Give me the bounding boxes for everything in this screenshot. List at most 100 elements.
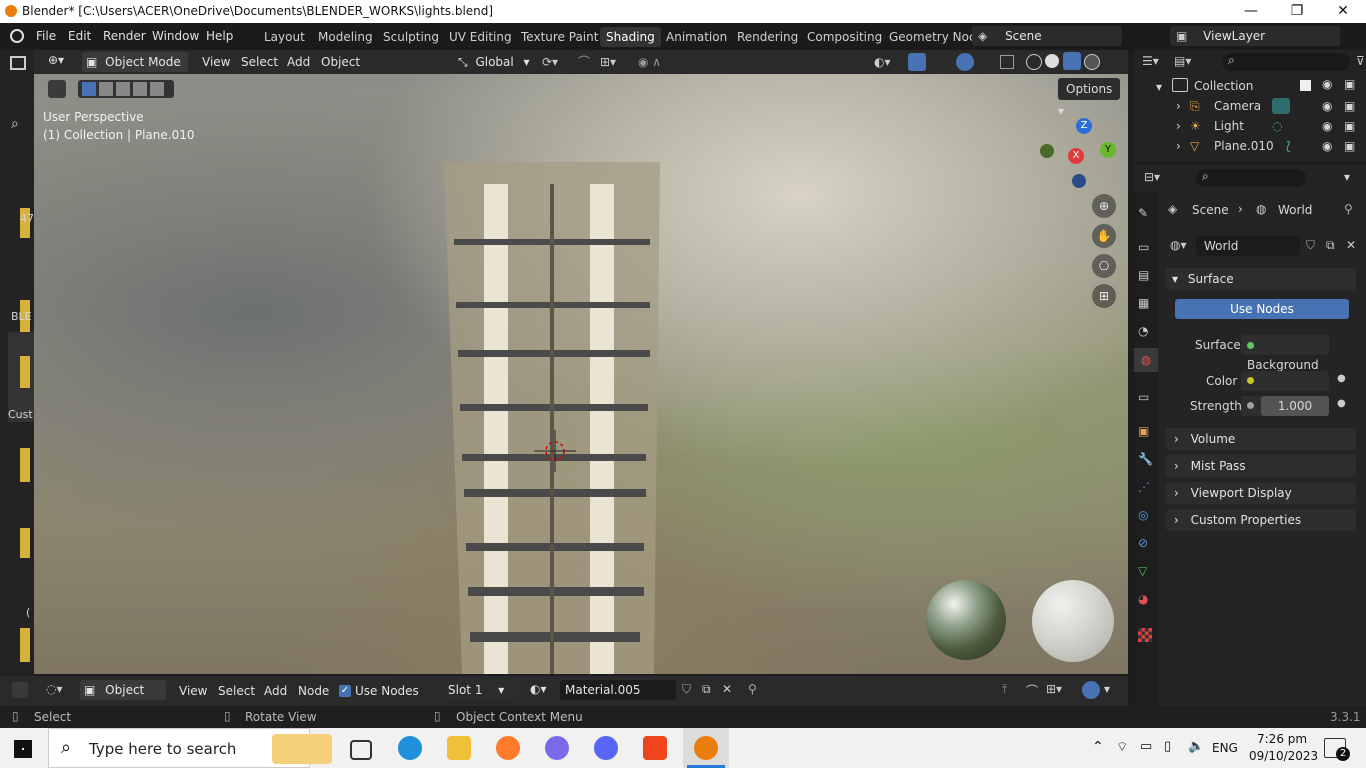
axis-neg-z[interactable] <box>1072 174 1086 188</box>
task-view-icon[interactable] <box>350 740 372 760</box>
select-intersect-icon[interactable] <box>150 82 164 96</box>
view-layer-selector[interactable]: ▣ ViewLayer <box>1170 26 1340 46</box>
brave-icon[interactable] <box>643 736 667 760</box>
material-name-field[interactable]: Material.005 <box>560 680 676 700</box>
surface-panel-header[interactable]: ▾ Surface <box>1166 268 1356 290</box>
select-extend-icon[interactable] <box>99 82 113 96</box>
minimize-button[interactable]: — <box>1228 0 1274 23</box>
duplicate-icon[interactable]: ⧉ <box>702 682 711 697</box>
copilot-icon[interactable] <box>545 736 569 760</box>
fake-user-icon[interactable]: ⛉ <box>1306 238 1315 253</box>
overlay-toggle-icon[interactable] <box>956 53 974 71</box>
checkbox-icon[interactable] <box>1300 80 1311 91</box>
node-editor-type-icon[interactable] <box>12 682 28 698</box>
display-mode-icon[interactable]: ▤▾ <box>1174 54 1191 68</box>
battery-icon[interactable]: ▯ <box>1164 739 1171 754</box>
shader-type-icon[interactable]: ◌▾ <box>46 682 63 696</box>
clock-date[interactable]: 09/10/2023 <box>1249 749 1318 763</box>
viewport-menu-view[interactable]: View <box>202 53 230 71</box>
menu-help[interactable]: Help <box>206 29 233 43</box>
viewport-menu-add[interactable]: Add <box>287 53 310 71</box>
xray-icon[interactable] <box>1000 55 1014 69</box>
scene-selector[interactable]: ◈ Scene <box>972 26 1122 46</box>
camera-render-icon[interactable]: ▣ <box>1344 77 1355 91</box>
axis-neg-y[interactable] <box>1040 144 1054 158</box>
duplicate-icon[interactable]: ⧉ <box>1326 238 1335 253</box>
tab-texture-paint[interactable]: Texture Paint <box>515 27 604 47</box>
output-tab-icon[interactable]: ▤ <box>1138 268 1149 282</box>
proportional-edit-icon[interactable]: ◉ ∧ <box>638 53 661 71</box>
object-tab-icon[interactable]: ▣ <box>1138 424 1149 438</box>
pin-icon[interactable]: ⚲ <box>748 682 757 696</box>
camera-view-icon[interactable]: ⎔ <box>1092 254 1116 278</box>
menu-file[interactable]: File <box>36 29 56 43</box>
view-layer-tab-icon[interactable]: ▦ <box>1138 296 1149 310</box>
outliner-item-light[interactable]: › ☀ Light ◌ ◉ ▣ <box>1134 117 1366 137</box>
tab-compositing[interactable]: Compositing <box>801 27 888 47</box>
properties-search-input[interactable]: ⌕ <box>1196 169 1306 187</box>
constraints-tab-icon[interactable]: ⊘ <box>1138 536 1148 550</box>
use-nodes-button[interactable]: Use Nodes <box>1175 299 1349 319</box>
ladder-object[interactable] <box>434 154 674 674</box>
color-field[interactable] <box>1241 371 1329 391</box>
menu-edit[interactable]: Edit <box>68 29 91 43</box>
surface-shader-selector[interactable]: Background <box>1241 335 1329 372</box>
close-button[interactable]: ✕ <box>1320 0 1366 23</box>
breadcrumb-world[interactable]: World <box>1278 203 1312 217</box>
node-menu-node[interactable]: Node <box>298 682 329 700</box>
select-tool-icon[interactable] <box>48 80 66 98</box>
node-menu-select[interactable]: Select <box>218 682 255 700</box>
clock-time[interactable]: 7:26 pm <box>1257 732 1307 746</box>
node-menu-add[interactable]: Add <box>264 682 287 700</box>
pivot-icon[interactable]: ⟳▾ <box>542 53 558 71</box>
outliner-item-plane[interactable]: › ▽ Plane.010 ⟅ ◉ ▣ <box>1134 137 1366 157</box>
tab-geometry-nodes[interactable]: Geometry Noc <box>883 27 982 47</box>
data-tab-icon[interactable]: ▽ <box>1138 564 1147 578</box>
navigation-gizmo[interactable]: Z X Y <box>1038 114 1118 194</box>
zoom-icon[interactable]: ⊕ <box>1092 194 1116 218</box>
thumb-6[interactable] <box>20 628 30 662</box>
strength-field[interactable]: 1.000 <box>1241 396 1329 416</box>
eye-icon[interactable]: ◉ <box>1322 119 1332 133</box>
thumb-5[interactable] <box>20 528 30 558</box>
camera-render-icon[interactable]: ▣ <box>1344 119 1355 133</box>
windows-start-icon[interactable] <box>14 740 32 758</box>
discord-icon[interactable] <box>594 736 618 760</box>
keyframe-dot-icon[interactable]: ● <box>1337 398 1346 409</box>
snap-icon[interactable]: ⌒ <box>1026 682 1038 699</box>
snap-grid-icon[interactable]: ⊞▾ <box>1046 682 1062 696</box>
editor-type-icon[interactable] <box>10 56 26 70</box>
breadcrumb-scene[interactable]: Scene <box>1192 203 1229 217</box>
outliner-search-input[interactable]: ⌕ <box>1222 53 1350 71</box>
unlink-icon[interactable]: ✕ <box>722 682 732 696</box>
texture-tab-icon[interactable] <box>1138 628 1152 642</box>
options-button[interactable]: Options ▾ <box>1058 78 1120 118</box>
outliner-item-camera[interactable]: › ⎘ Camera ◉ ▣ <box>1134 97 1366 117</box>
pan-hand-icon[interactable]: ✋ <box>1092 224 1116 248</box>
menu-render[interactable]: Render <box>103 29 146 43</box>
firefox-icon[interactable] <box>496 736 520 760</box>
tab-sculpting[interactable]: Sculpting <box>377 27 445 47</box>
physics-tab-icon[interactable]: ◎ <box>1138 508 1148 522</box>
tab-shading[interactable]: Shading <box>600 27 661 47</box>
tab-rendering[interactable]: Rendering <box>731 27 804 47</box>
outliner-editor-icon[interactable]: ☰▾ <box>1142 54 1159 68</box>
snap-icon[interactable]: ⌒ <box>578 53 590 71</box>
overlay-toggle-icon[interactable] <box>1082 681 1100 699</box>
camera-render-icon[interactable]: ▣ <box>1344 99 1355 113</box>
world-tab-icon[interactable]: ◍ <box>1134 348 1158 372</box>
select-subtract-icon[interactable] <box>116 82 130 96</box>
axis-z[interactable]: Z <box>1076 118 1092 134</box>
viewport-menu-select[interactable]: Select <box>241 53 278 71</box>
snap-increment-icon[interactable]: ⊞▾ <box>600 53 616 71</box>
particles-tab-icon[interactable]: ⋰ <box>1138 480 1150 494</box>
chevron-down-icon[interactable]: ▾ <box>1104 682 1110 696</box>
blender-menu-icon[interactable] <box>10 29 24 43</box>
node-menu-view[interactable]: View <box>179 682 207 700</box>
render-tab-icon[interactable]: ▭ <box>1138 240 1149 254</box>
scene-tab-icon[interactable]: ◔ <box>1138 324 1148 338</box>
mode-selector[interactable]: ▣ Object Mode ▾ <box>82 52 188 89</box>
pin-icon[interactable]: ⚲ <box>1344 202 1353 216</box>
viewport-menu-object[interactable]: Object <box>321 53 360 71</box>
visibility-icon[interactable]: ◐▾ <box>874 53 891 71</box>
